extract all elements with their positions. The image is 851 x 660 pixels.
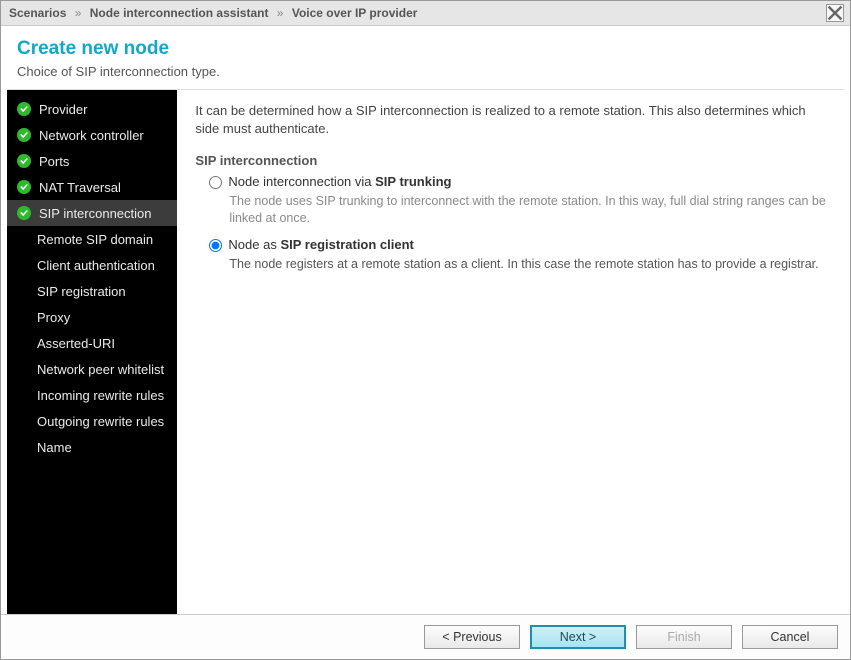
sidebar-item-label: SIP interconnection xyxy=(39,206,152,221)
check-icon xyxy=(17,102,31,116)
radio-option: Node as SIP registration client xyxy=(209,237,826,252)
sidebar-item-label: Asserted-URI xyxy=(37,336,115,351)
close-icon xyxy=(827,5,843,21)
check-icon xyxy=(17,180,31,194)
sip-interconnection-radio-group: Node interconnection via SIP trunking The… xyxy=(195,174,826,283)
finish-button[interactable]: Finish xyxy=(636,625,732,649)
radio-input[interactable] xyxy=(209,239,222,252)
sidebar-item[interactable]: SIP registration xyxy=(7,278,177,304)
dialog-body: Provider Network controller Ports NAT Trave… xyxy=(7,89,844,614)
page-subtitle: Choice of SIP interconnection type. xyxy=(17,64,834,79)
sidebar-item[interactable]: Ports xyxy=(7,148,177,174)
sidebar-item-label: Network peer whitelist xyxy=(37,362,164,377)
sidebar-item-label: Provider xyxy=(39,102,87,117)
sidebar-item[interactable]: Provider xyxy=(7,96,177,122)
sidebar-item[interactable]: Proxy xyxy=(7,304,177,330)
radio-label[interactable]: Node as SIP registration client xyxy=(228,237,413,252)
next-button[interactable]: Next > xyxy=(530,625,626,649)
check-icon xyxy=(17,128,31,142)
radio-description: The node uses SIP trunking to interconne… xyxy=(209,191,826,237)
content-intro: It can be determined how a SIP interconn… xyxy=(195,102,826,137)
sidebar-item-label: NAT Traversal xyxy=(39,180,121,195)
radio-label[interactable]: Node interconnection via SIP trunking xyxy=(228,174,451,189)
sidebar-item[interactable]: SIP interconnection xyxy=(7,200,177,226)
dialog-window: Scenarios » Node interconnection assista… xyxy=(0,0,851,660)
radio-input[interactable] xyxy=(209,176,222,189)
cancel-button[interactable]: Cancel xyxy=(742,625,838,649)
breadcrumb: Scenarios » Node interconnection assista… xyxy=(9,6,417,20)
sidebar-item[interactable]: Name xyxy=(7,434,177,460)
breadcrumb-sep: » xyxy=(75,6,82,20)
radio-option: Node interconnection via SIP trunking xyxy=(209,174,826,189)
breadcrumb-part-2: Node interconnection assistant xyxy=(90,6,269,20)
check-icon xyxy=(17,154,31,168)
wizard-content: It can be determined how a SIP interconn… xyxy=(177,90,844,614)
radio-description: The node registers at a remote station a… xyxy=(209,254,826,283)
section-title: SIP interconnection xyxy=(195,153,826,168)
page-title: Create new node xyxy=(17,38,834,60)
sidebar-item-label: Ports xyxy=(39,154,69,169)
wizard-sidebar: Provider Network controller Ports NAT Trave… xyxy=(7,90,177,614)
check-icon xyxy=(17,206,31,220)
sidebar-item-label: Remote SIP domain xyxy=(37,232,153,247)
dialog-footer: < Previous Next > Finish Cancel xyxy=(1,614,850,659)
sidebar-item[interactable]: Client authentication xyxy=(7,252,177,278)
sidebar-item[interactable]: Network peer whitelist xyxy=(7,356,177,382)
sidebar-item-label: Network controller xyxy=(39,128,144,143)
sidebar-item[interactable]: NAT Traversal xyxy=(7,174,177,200)
close-button[interactable] xyxy=(826,4,844,22)
breadcrumb-part-3: Voice over IP provider xyxy=(292,6,418,20)
sidebar-item[interactable]: Incoming rewrite rules xyxy=(7,382,177,408)
titlebar: Scenarios » Node interconnection assista… xyxy=(1,1,850,26)
sidebar-item-label: Client authentication xyxy=(37,258,155,273)
previous-button[interactable]: < Previous xyxy=(424,625,520,649)
sidebar-item-label: Incoming rewrite rules xyxy=(37,388,164,403)
sidebar-item[interactable]: Remote SIP domain xyxy=(7,226,177,252)
sidebar-item-label: Proxy xyxy=(37,310,70,325)
sidebar-item[interactable]: Asserted-URI xyxy=(7,330,177,356)
breadcrumb-sep: » xyxy=(277,6,284,20)
sidebar-item-label: SIP registration xyxy=(37,284,126,299)
sidebar-item[interactable]: Network controller xyxy=(7,122,177,148)
sidebar-item-label: Outgoing rewrite rules xyxy=(37,414,164,429)
breadcrumb-part-1: Scenarios xyxy=(9,6,66,20)
dialog-header: Create new node Choice of SIP interconne… xyxy=(1,26,850,89)
sidebar-item-label: Name xyxy=(37,440,72,455)
sidebar-item[interactable]: Outgoing rewrite rules xyxy=(7,408,177,434)
